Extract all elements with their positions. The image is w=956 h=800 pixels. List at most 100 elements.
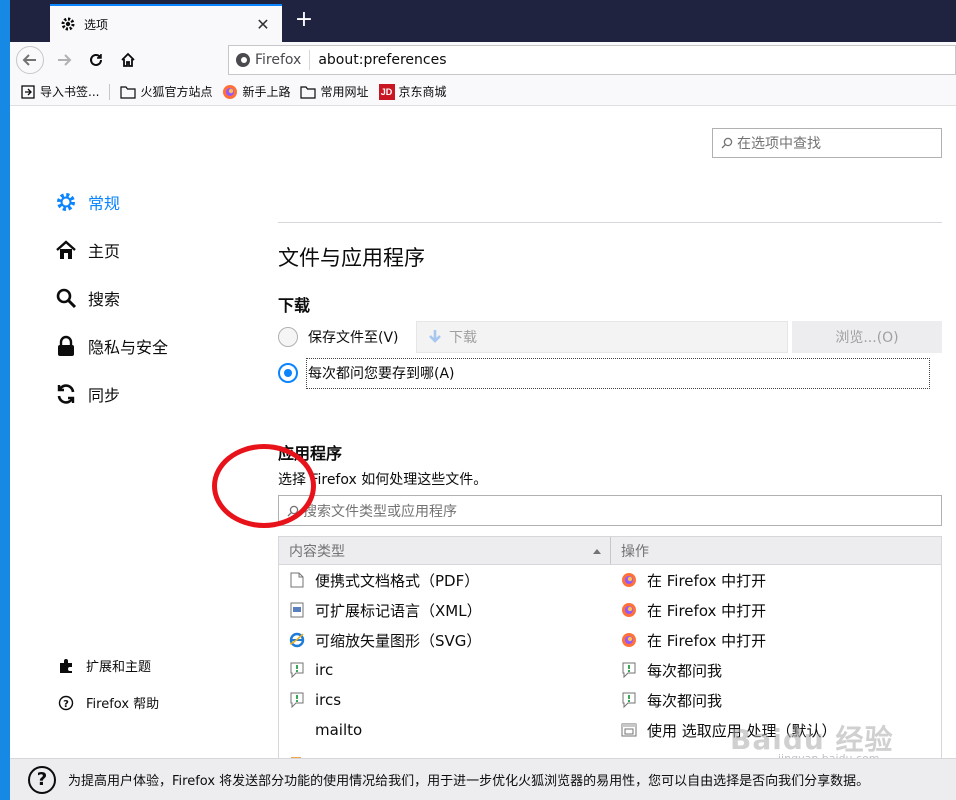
- home-icon: [121, 52, 135, 67]
- column-type-label: 内容类型: [289, 543, 345, 560]
- column-action-label: 操作: [621, 543, 649, 560]
- document-icon: [289, 572, 305, 588]
- save-to-option[interactable]: 保存文件至(V): [278, 327, 399, 347]
- annotation-circle: [212, 444, 316, 528]
- close-icon[interactable]: ✕: [254, 15, 272, 34]
- help-icon: ?: [58, 695, 74, 711]
- content-type: 便携式文档格式（PDF）: [315, 571, 480, 590]
- app-icon: [621, 722, 637, 738]
- category-label: 常规: [88, 194, 121, 213]
- action-label: 每次都问我: [647, 691, 723, 710]
- action-label: 在 Firefox 中打开: [647, 631, 767, 650]
- content-type: 可缩放矢量图形（SVG）: [315, 631, 482, 650]
- category-label: 搜索: [88, 290, 121, 309]
- navigation-toolbar: Firefox about:preferences: [10, 42, 956, 78]
- firefox-icon: [621, 572, 637, 588]
- browse-button[interactable]: 浏览...(O): [792, 321, 942, 353]
- preferences-page: 在选项中查找 常规 主页 搜索 隐私与安全 同步 扩展和主题 ? Firefox…: [10, 106, 956, 758]
- tab-strip: 选项 ✕ +: [10, 0, 956, 42]
- firefox-help-link[interactable]: ? Firefox 帮助: [58, 693, 159, 712]
- desktop-edge: [0, 0, 10, 800]
- firefox-icon: [222, 84, 238, 100]
- category-privacy[interactable]: 隐私与安全: [54, 334, 168, 358]
- bookmark-label: 新手上路: [242, 85, 291, 99]
- folder-icon: [300, 84, 317, 100]
- applications-search-placeholder: 搜索文件类型或应用程序: [303, 503, 457, 520]
- download-folder-name: 下载: [449, 330, 477, 346]
- sync-icon: [54, 382, 78, 406]
- content-type: mailto: [315, 721, 363, 739]
- category-label: 同步: [88, 386, 121, 405]
- download-folder-field: 下载: [416, 321, 788, 353]
- extensions-themes-link[interactable]: 扩展和主题: [58, 656, 151, 675]
- column-header-type[interactable]: 内容类型: [279, 537, 611, 564]
- table-row[interactable]: 可缩放矢量图形（SVG） 在 Firefox 中打开: [279, 625, 941, 655]
- section-title: 文件与应用程序: [278, 246, 425, 270]
- home-button[interactable]: [114, 46, 142, 74]
- help-icon: ?: [28, 765, 56, 794]
- url-text[interactable]: about:preferences: [310, 52, 446, 68]
- chat-icon: [621, 662, 637, 678]
- firefox-icon: [621, 632, 637, 648]
- download-arrow-icon: [429, 330, 441, 343]
- table-row[interactable]: 可扩展标记语言（XML） 在 Firefox 中打开: [279, 595, 941, 625]
- tab-title: 选项: [84, 17, 109, 32]
- always-ask-label: 每次都问您要存到哪(A): [308, 366, 455, 382]
- svg-text:?: ?: [63, 699, 69, 710]
- always-ask-option[interactable]: 每次都问您要存到哪(A): [278, 363, 455, 383]
- category-sync[interactable]: 同步: [54, 382, 120, 406]
- action-label: 在 Firefox 中打开: [647, 601, 767, 620]
- lock-icon: [54, 334, 78, 358]
- bookmark-label: 导入书签...: [40, 85, 100, 99]
- identity-label: Firefox: [255, 52, 302, 68]
- category-search[interactable]: 搜索: [54, 286, 120, 310]
- forward-button[interactable]: [50, 46, 78, 74]
- tab-preferences[interactable]: 选项 ✕: [50, 4, 282, 42]
- divider: [278, 222, 942, 223]
- bookmark-folder-common[interactable]: 常用网址: [300, 83, 369, 100]
- reload-button[interactable]: [82, 46, 110, 74]
- category-label: 主页: [88, 242, 121, 261]
- applications-search-input[interactable]: 搜索文件类型或应用程序: [278, 495, 942, 526]
- bookmark-jd[interactable]: JD 京东商城: [378, 83, 447, 100]
- bookmark-import[interactable]: 导入书签...: [20, 83, 99, 100]
- identity-box[interactable]: Firefox: [235, 50, 311, 70]
- downloads-heading: 下载: [278, 296, 311, 315]
- new-tab-button[interactable]: +: [292, 8, 316, 34]
- bookmarks-toolbar: 导入书签... 火狐官方站点 新手上路 常用网址 JD 京东商城: [10, 78, 956, 106]
- table-row[interactable]: irc 每次都问我: [279, 655, 941, 685]
- xml-icon: [289, 602, 305, 618]
- ie-icon: [289, 632, 305, 648]
- url-bar[interactable]: Firefox about:preferences: [228, 45, 956, 75]
- home-icon: [54, 238, 78, 262]
- column-header-action[interactable]: 操作: [611, 541, 649, 561]
- category-general[interactable]: 常规: [54, 190, 120, 214]
- table-row[interactable]: ircs 每次都问我: [279, 685, 941, 715]
- chat-icon: [621, 692, 637, 708]
- arrow-left-icon: [22, 54, 36, 66]
- puzzle-icon: [58, 658, 74, 674]
- search-placeholder: 在选项中查找: [737, 136, 821, 152]
- footer-link-label: Firefox 帮助: [86, 697, 160, 712]
- category-home[interactable]: 主页: [54, 238, 120, 262]
- action-label: 在 Firefox 中打开: [647, 571, 767, 590]
- save-to-label: 保存文件至(V): [308, 330, 399, 346]
- back-button[interactable]: [16, 46, 44, 74]
- search-icon: [54, 286, 78, 310]
- table-row[interactable]: 便携式文档格式（PDF） 在 Firefox 中打开: [279, 565, 941, 595]
- bookmark-folder-official[interactable]: 火狐官方站点: [120, 83, 212, 100]
- content-type: ircs: [315, 691, 342, 709]
- jd-icon: JD: [378, 83, 395, 100]
- preferences-search-input[interactable]: 在选项中查找: [712, 128, 942, 158]
- gear-icon: [54, 190, 78, 214]
- save-to-radio[interactable]: [278, 327, 298, 347]
- telemetry-notification-bar: ? 为提高用户体验，Firefox 将发送部分功能的使用情况给我们，用于进一步优…: [10, 758, 956, 800]
- import-icon: [20, 84, 36, 100]
- gear-icon: [60, 16, 76, 32]
- always-ask-radio[interactable]: [278, 363, 298, 383]
- blank-icon: [289, 722, 305, 738]
- sort-ascending-icon: [593, 548, 601, 554]
- bookmark-label: 常用网址: [320, 85, 369, 99]
- action-label: 每次都问我: [647, 661, 723, 680]
- bookmark-getting-started[interactable]: 新手上路: [222, 83, 290, 100]
